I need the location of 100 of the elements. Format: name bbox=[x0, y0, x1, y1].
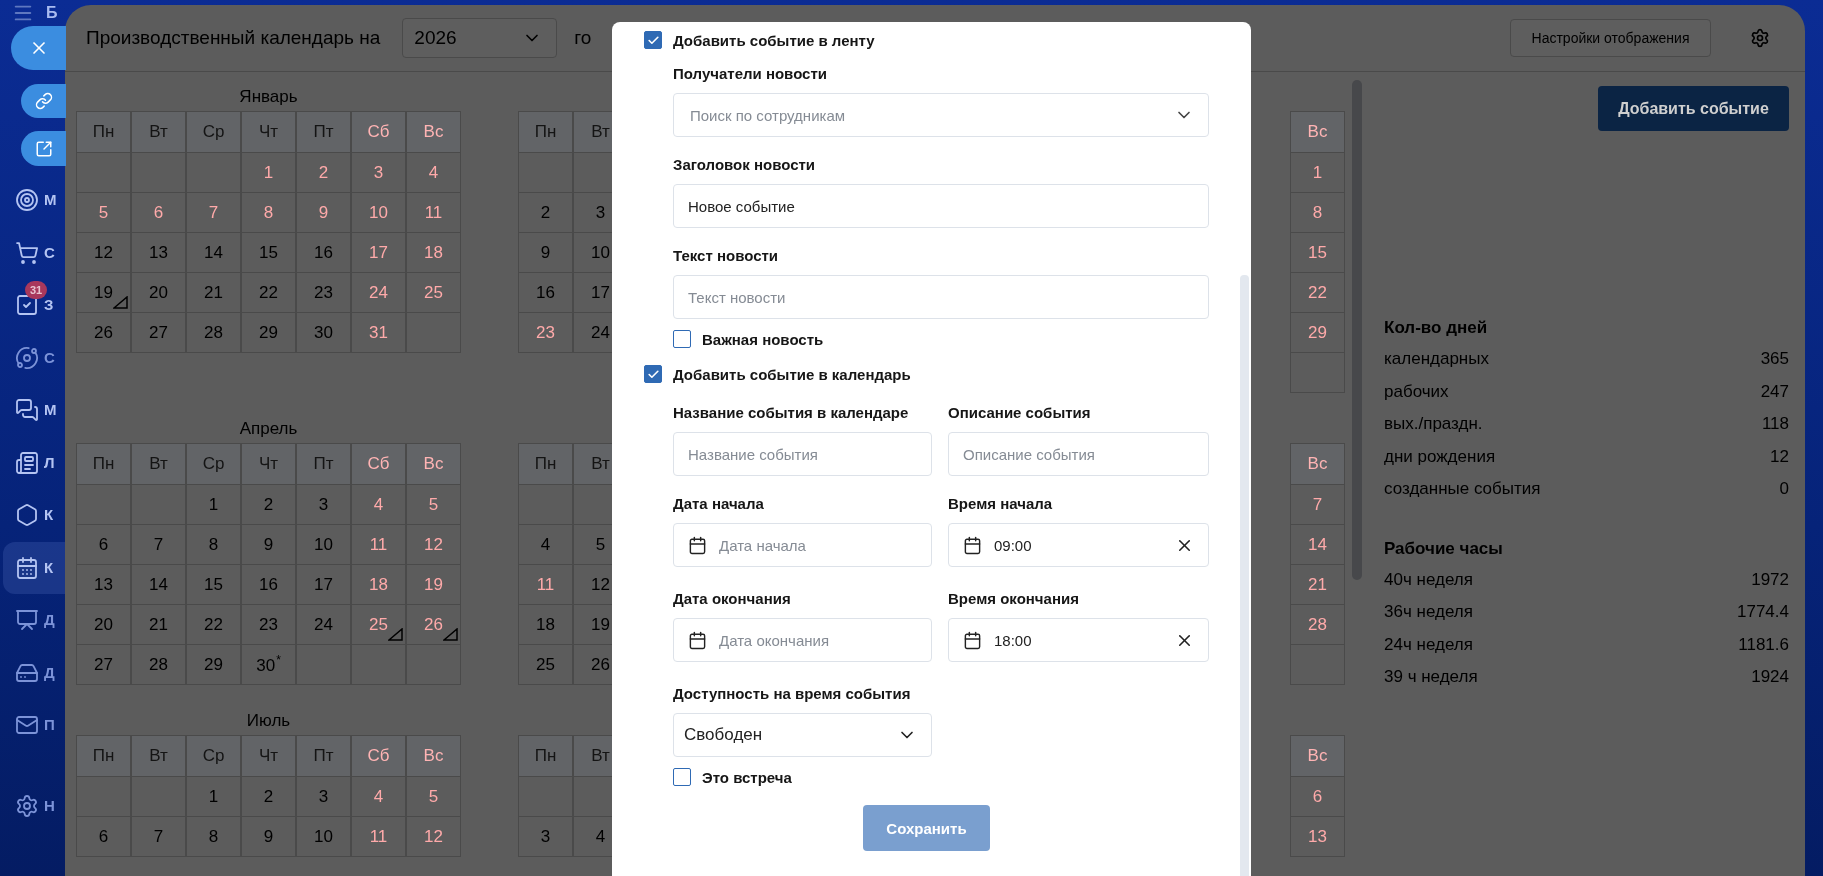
day-number[interactable]: 1 bbox=[1312, 162, 1323, 183]
sidebar-item[interactable]: Л bbox=[3, 436, 65, 489]
day-number[interactable]: 18 bbox=[536, 614, 555, 635]
day-number[interactable]: 21 bbox=[1308, 574, 1327, 595]
sidebar-item[interactable]: С bbox=[3, 226, 65, 279]
sidebar-item[interactable]: Д bbox=[3, 646, 65, 699]
day-number[interactable]: 4 bbox=[373, 494, 384, 515]
time-field[interactable]: 18:00 bbox=[948, 618, 1209, 662]
open-external-button[interactable] bbox=[21, 131, 66, 166]
day-number[interactable]: 20 bbox=[94, 614, 113, 635]
day-number[interactable]: 3 bbox=[318, 786, 329, 807]
day-number[interactable]: 14 bbox=[204, 242, 223, 263]
day-number[interactable]: 10 bbox=[591, 242, 610, 263]
day-number[interactable]: 22 bbox=[204, 614, 223, 635]
day-number[interactable]: 3 bbox=[318, 494, 329, 515]
day-number[interactable]: 16 bbox=[536, 282, 555, 303]
checkbox[interactable] bbox=[673, 330, 691, 348]
day-number[interactable]: 21 bbox=[149, 614, 168, 635]
day-number[interactable]: 10 bbox=[314, 534, 333, 555]
day-number[interactable]: 25 bbox=[536, 654, 555, 675]
day-number[interactable]: 15 bbox=[1308, 242, 1327, 263]
day-number[interactable]: 13 bbox=[1308, 826, 1327, 847]
search-select[interactable]: Поиск по сотрудникам bbox=[673, 93, 1209, 137]
day-number[interactable]: 12 bbox=[591, 574, 610, 595]
day-number[interactable]: 10 bbox=[369, 202, 388, 223]
day-number[interactable]: 29 bbox=[204, 654, 223, 675]
link-button[interactable] bbox=[21, 84, 66, 118]
day-number[interactable]: 2 bbox=[318, 162, 329, 183]
day-number[interactable]: 5 bbox=[428, 786, 439, 807]
day-number[interactable]: 8 bbox=[208, 534, 219, 555]
day-number[interactable]: 26 bbox=[591, 654, 610, 675]
day-number[interactable]: 6 bbox=[98, 826, 109, 847]
day-number[interactable]: 1 bbox=[208, 494, 219, 515]
day-number[interactable]: 9 bbox=[540, 242, 551, 263]
day-number[interactable]: 3 bbox=[373, 162, 384, 183]
day-number[interactable]: 14 bbox=[1308, 534, 1327, 555]
day-number[interactable]: 20 bbox=[149, 282, 168, 303]
sidebar-item[interactable]: П bbox=[3, 699, 65, 752]
day-number[interactable]: 16 bbox=[259, 574, 278, 595]
date-input[interactable]: Дата начала bbox=[719, 536, 917, 554]
day-number[interactable]: 1 bbox=[208, 786, 219, 807]
checkbox[interactable] bbox=[644, 31, 662, 49]
day-number[interactable]: 7 bbox=[208, 202, 219, 223]
day-number[interactable]: 14 bbox=[149, 574, 168, 595]
day-number[interactable]: 7 bbox=[153, 534, 164, 555]
day-number[interactable]: 8 bbox=[1312, 202, 1323, 223]
day-number[interactable]: 12 bbox=[424, 826, 443, 847]
day-number[interactable]: 9 bbox=[263, 826, 274, 847]
day-number[interactable]: 6 bbox=[153, 202, 164, 223]
day-number[interactable]: 11 bbox=[536, 574, 555, 595]
day-number[interactable]: 26 bbox=[94, 322, 113, 343]
day-number[interactable]: 29 bbox=[259, 322, 278, 343]
day-number[interactable]: 2 bbox=[263, 494, 274, 515]
day-number[interactable]: 27 bbox=[94, 654, 113, 675]
day-number[interactable]: 25 bbox=[424, 282, 443, 303]
day-number[interactable]: 5 bbox=[98, 202, 109, 223]
day-number[interactable]: 12 bbox=[94, 242, 113, 263]
day-number[interactable]: 9 bbox=[318, 202, 329, 223]
day-number[interactable]: 5 bbox=[595, 534, 606, 555]
sidebar-item[interactable]: З 31 bbox=[3, 279, 65, 332]
day-number[interactable]: 3 bbox=[595, 202, 606, 223]
day-number[interactable]: 4 bbox=[595, 826, 606, 847]
input-field[interactable]: Новое событие bbox=[673, 184, 1209, 228]
day-number[interactable]: 22 bbox=[1308, 282, 1327, 303]
day-number[interactable]: 2 bbox=[263, 786, 274, 807]
input-field[interactable]: Текст новости bbox=[673, 275, 1209, 319]
sidebar-item[interactable]: М bbox=[3, 384, 65, 437]
time-field[interactable]: 09:00 bbox=[948, 523, 1209, 567]
day-number[interactable]: 6 bbox=[1312, 786, 1323, 807]
day-number[interactable]: 17 bbox=[314, 574, 333, 595]
search-input[interactable]: Поиск по сотрудникам bbox=[690, 106, 1162, 124]
checkbox[interactable] bbox=[673, 768, 691, 786]
day-number[interactable]: 5 bbox=[428, 494, 439, 515]
settings-icon[interactable] bbox=[1750, 28, 1770, 48]
day-number[interactable]: 11 bbox=[369, 826, 388, 847]
day-number[interactable]: 18 bbox=[424, 242, 443, 263]
day-number[interactable]: 24 bbox=[369, 282, 388, 303]
day-number[interactable]: 19 bbox=[424, 574, 443, 595]
day-number[interactable]: 11 bbox=[424, 202, 443, 223]
date-input[interactable]: Дата окончания bbox=[719, 631, 917, 649]
date-field[interactable]: Дата начала bbox=[673, 523, 932, 567]
day-number[interactable]: 30 bbox=[314, 322, 333, 343]
checkbox[interactable] bbox=[644, 365, 662, 383]
day-number[interactable]: 9 bbox=[263, 534, 274, 555]
time-input[interactable]: 09:00 bbox=[994, 536, 1163, 554]
day-number[interactable]: 21 bbox=[204, 282, 223, 303]
input-field[interactable]: Описание события bbox=[948, 432, 1209, 476]
day-number[interactable]: 2 bbox=[540, 202, 551, 223]
day-number[interactable]: 23 bbox=[536, 322, 555, 343]
sidebar-item[interactable]: С bbox=[3, 331, 65, 384]
day-number[interactable]: 26 bbox=[424, 614, 443, 635]
date-field[interactable]: Дата окончания bbox=[673, 618, 932, 662]
day-number[interactable]: 6 bbox=[98, 534, 109, 555]
day-number[interactable]: 13 bbox=[94, 574, 113, 595]
day-number[interactable]: 7 bbox=[153, 826, 164, 847]
day-number[interactable]: 27 bbox=[149, 322, 168, 343]
close-button[interactable] bbox=[11, 26, 66, 70]
availability-dropdown[interactable]: Свободен bbox=[673, 713, 932, 757]
sidebar-item[interactable]: Д bbox=[3, 594, 65, 647]
day-number[interactable]: 28 bbox=[149, 654, 168, 675]
